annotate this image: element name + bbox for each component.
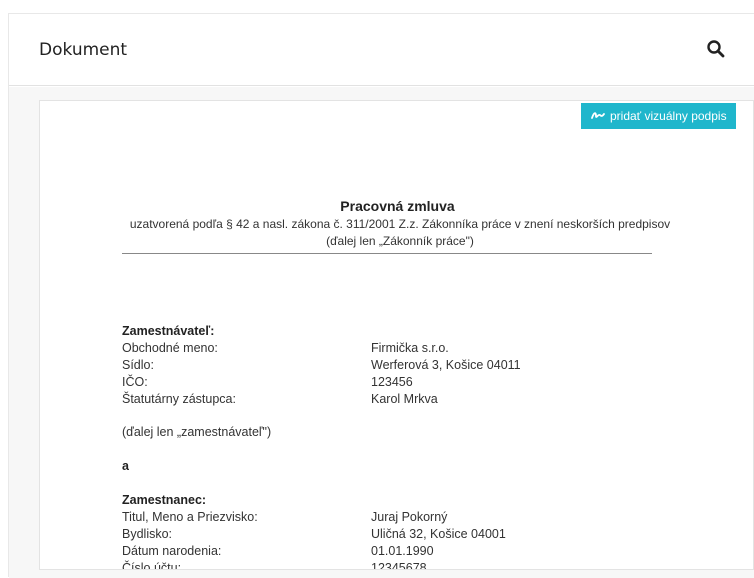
- conjunction: a: [122, 459, 129, 473]
- search-icon: [707, 40, 725, 58]
- employer-value-ico: 123456: [371, 375, 413, 389]
- document-viewer[interactable]: pridať vizuálny podpis Pracovná zmluva u…: [9, 87, 754, 578]
- add-visual-signature-button[interactable]: pridať vizuálny podpis: [581, 103, 736, 129]
- title-divider: [122, 253, 652, 254]
- employee-label-birthdate: Dátum narodenia:: [122, 544, 222, 558]
- page-title: Dokument: [39, 40, 128, 60]
- employee-value-address: Uličná 32, Košice 04001: [371, 527, 506, 541]
- employer-label-seat: Sídlo:: [122, 358, 154, 372]
- employer-label-ico: IČO:: [122, 375, 148, 389]
- contract-title: Pracovná zmluva: [340, 198, 455, 214]
- employer-value-seat: Werferová 3, Košice 04011: [371, 358, 521, 372]
- document-card: Dokument pridať vizuálny podpis Pracovná…: [8, 13, 754, 578]
- employee-value-account: 12345678: [371, 561, 427, 570]
- search-button[interactable]: [705, 38, 727, 60]
- employer-value-representative: Karol Mrkva: [371, 392, 438, 406]
- employee-label-account: Číslo účtu:: [122, 561, 182, 570]
- employee-label-address: Bydlisko:: [122, 527, 173, 541]
- employer-heading: Zamestnávateľ:: [122, 324, 215, 338]
- employee-value-birthdate: 01.01.1990: [371, 544, 434, 558]
- employee-heading: Zamestnanec:: [122, 493, 207, 507]
- sign-button-label: pridať vizuálny podpis: [610, 109, 727, 123]
- document-page[interactable]: pridať vizuálny podpis Pracovná zmluva u…: [39, 100, 754, 570]
- employer-label-representative: Štatutárny zástupca:: [122, 392, 236, 406]
- employer-note: (ďalej len „zamestnávateľ"): [122, 425, 272, 439]
- employer-value-name: Firmička s.r.o.: [371, 341, 449, 355]
- contract-subtitle: uzatvorená podľa § 42 a nasl. zákona č. …: [129, 217, 671, 248]
- employer-label-name: Obchodné meno:: [122, 341, 218, 355]
- card-header: Dokument: [9, 14, 754, 86]
- employee-value-name: Juraj Pokorný: [371, 510, 448, 524]
- signature-icon: [591, 112, 605, 119]
- employee-label-name: Titul, Meno a Priezvisko:: [122, 510, 258, 524]
